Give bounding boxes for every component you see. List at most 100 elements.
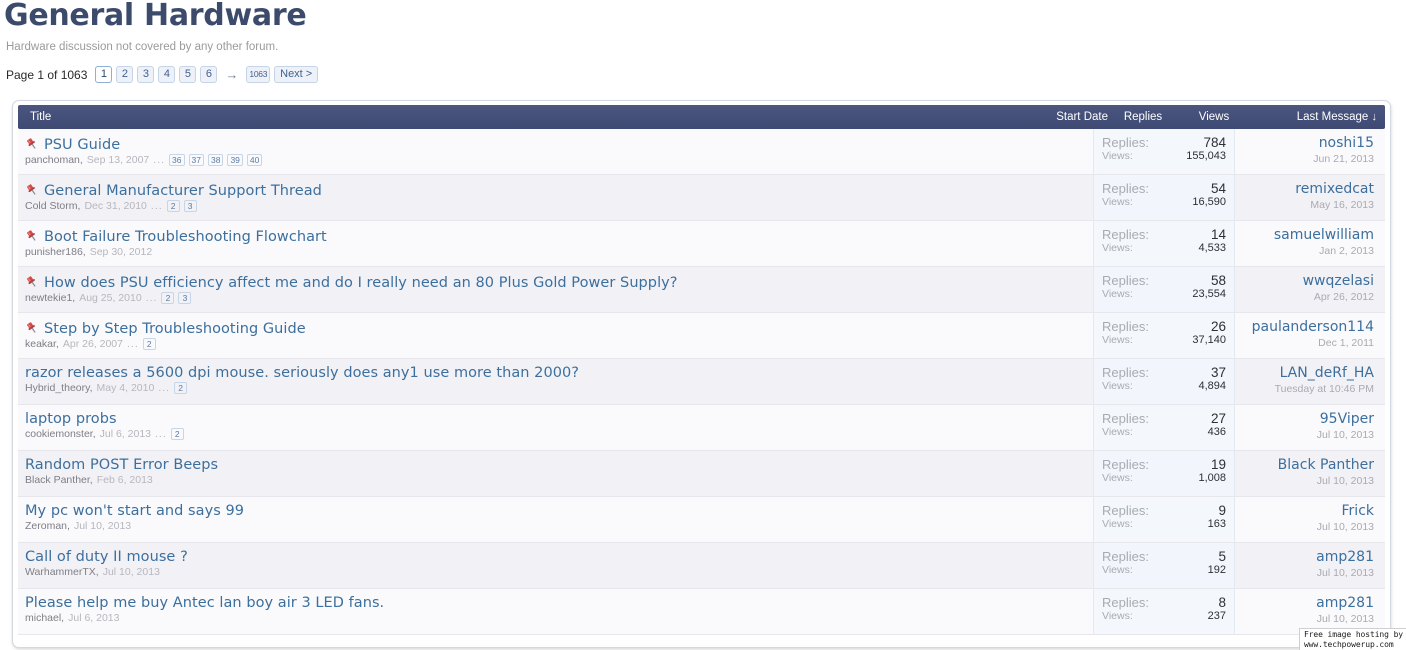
thread-title-link[interactable]: Boot Failure Troubleshooting Flowchart: [44, 229, 327, 245]
replies-label: Replies:: [1102, 549, 1149, 564]
last-message-user-link[interactable]: wwqzelasi: [1241, 273, 1374, 289]
thread-page-link[interactable]: 2: [167, 200, 180, 212]
watermark-line-2: www.techpowerup.com: [1304, 640, 1403, 650]
thread-title-link[interactable]: razor releases a 5600 dpi mouse. serious…: [25, 365, 579, 381]
column-header-replies[interactable]: Replies: [1108, 111, 1178, 123]
thread-page-link[interactable]: 36: [169, 154, 184, 166]
thread-stats-cell: Replies:37Views:4,894: [1093, 359, 1235, 404]
thread-page-link[interactable]: 2: [174, 382, 187, 394]
pagination: Page 1 of 1063 123456→1063Next >: [6, 66, 318, 83]
thread-author-link[interactable]: Cold Storm,: [25, 200, 80, 212]
thread-page-link[interactable]: 2: [143, 338, 156, 350]
thread-author-link[interactable]: michael,: [25, 612, 64, 624]
thread-author-link[interactable]: Black Panther,: [25, 474, 93, 486]
thread-title-link[interactable]: Call of duty II mouse ?: [25, 549, 188, 565]
thread-page-link[interactable]: 37: [189, 154, 204, 166]
thread-title-link[interactable]: My pc won't start and says 99: [25, 503, 244, 519]
thread-page-link[interactable]: 3: [178, 292, 191, 304]
replies-value: 37: [1211, 365, 1226, 380]
pagination-next-button[interactable]: Next >: [274, 66, 318, 83]
column-header-last-message[interactable]: Last Message ↓: [1250, 111, 1385, 123]
thread-author-link[interactable]: WarhammerTX,: [25, 566, 99, 578]
replies-value: 19: [1211, 457, 1226, 472]
last-message-user-link[interactable]: Black Panther: [1241, 457, 1374, 473]
thread-author-link[interactable]: cookiemonster,: [25, 428, 96, 440]
pagination-page-6[interactable]: 6: [200, 66, 217, 83]
views-value: 4,894: [1198, 380, 1226, 392]
column-header-title[interactable]: Title: [18, 111, 1016, 123]
table-row[interactable]: Call of duty II mouse ?WarhammerTX,Jul 1…: [18, 543, 1385, 589]
table-row[interactable]: razor releases a 5600 dpi mouse. serious…: [18, 359, 1385, 405]
thread-page-link[interactable]: 39: [227, 154, 242, 166]
pagination-page-1[interactable]: 1: [95, 66, 112, 83]
thread-page-link[interactable]: 3: [184, 200, 197, 212]
thread-page-link[interactable]: 2: [161, 292, 174, 304]
last-message-cell: LAN_deRf_HATuesday at 10:46 PM: [1235, 359, 1385, 404]
table-row[interactable]: Please help me buy Antec lan boy air 3 L…: [18, 589, 1385, 635]
thread-title-link[interactable]: How does PSU efficiency affect me and do…: [44, 275, 678, 291]
thread-title-link[interactable]: PSU Guide: [44, 137, 120, 153]
thread-title-cell: Call of duty II mouse ?WarhammerTX,Jul 1…: [18, 543, 1001, 588]
table-row[interactable]: Boot Failure Troubleshooting Flowchartpu…: [18, 221, 1385, 267]
last-message-date: Jul 10, 2013: [1241, 567, 1374, 579]
thread-page-link[interactable]: 38: [208, 154, 223, 166]
last-message-user-link[interactable]: paulanderson114: [1241, 319, 1374, 335]
thread-author-link[interactable]: keakar,: [25, 338, 59, 350]
pushpin-icon: [25, 275, 39, 289]
thread-title-line: Step by Step Troubleshooting Guide: [25, 319, 1001, 337]
thread-meta: keakar,Apr 26, 2007...2: [25, 338, 1001, 350]
page-title: General Hardware: [4, 0, 306, 33]
pagination-page-4[interactable]: 4: [158, 66, 175, 83]
views-line: Views:436: [1102, 426, 1226, 438]
last-message-cell: 95ViperJul 10, 2013: [1235, 405, 1385, 450]
table-row[interactable]: General Manufacturer Support ThreadCold …: [18, 175, 1385, 221]
column-header-views[interactable]: Views: [1178, 111, 1250, 123]
thread-author-link[interactable]: Hybrid_theory,: [25, 382, 93, 394]
thread-author-link[interactable]: panchoman,: [25, 154, 83, 166]
thread-title-link[interactable]: Step by Step Troubleshooting Guide: [44, 321, 306, 337]
thread-title-line: General Manufacturer Support Thread: [25, 181, 1001, 199]
thread-title-link[interactable]: Please help me buy Antec lan boy air 3 L…: [25, 595, 384, 611]
thread-stats-cell: Replies:9Views:163: [1093, 497, 1235, 542]
thread-author-link[interactable]: Zeroman,: [25, 520, 70, 532]
last-message-user-link[interactable]: LAN_deRf_HA: [1241, 365, 1374, 381]
thread-title-link[interactable]: Random POST Error Beeps: [25, 457, 218, 473]
last-message-user-link[interactable]: samuelwilliam: [1241, 227, 1374, 243]
watermark-line-1: Free image hosting by: [1304, 630, 1403, 640]
table-row[interactable]: laptop probscookiemonster,Jul 6, 2013...…: [18, 405, 1385, 451]
views-value: 155,043: [1186, 150, 1226, 162]
thread-stats-cell: Replies:27Views:436: [1093, 405, 1235, 450]
thread-title-link[interactable]: laptop probs: [25, 411, 117, 427]
replies-line: Replies:19: [1102, 457, 1226, 472]
pagination-last-page[interactable]: 1063: [246, 66, 270, 83]
last-message-cell: FrickJul 10, 2013: [1235, 497, 1385, 542]
thread-start-date: Apr 26, 2007: [63, 338, 123, 350]
pushpin-icon: [25, 183, 39, 197]
views-line: Views:23,554: [1102, 288, 1226, 300]
pagination-page-2[interactable]: 2: [116, 66, 133, 83]
table-row[interactable]: My pc won't start and says 99Zeroman,Jul…: [18, 497, 1385, 543]
thread-meta: WarhammerTX,Jul 10, 2013: [25, 566, 1001, 578]
last-message-user-link[interactable]: amp281: [1241, 549, 1374, 565]
replies-label: Replies:: [1102, 503, 1149, 518]
last-message-user-link[interactable]: 95Viper: [1241, 411, 1374, 427]
thread-author-link[interactable]: punisher186,: [25, 246, 86, 258]
last-message-cell: wwqzelasiApr 26, 2012: [1235, 267, 1385, 312]
last-message-user-link[interactable]: remixedcat: [1241, 181, 1374, 197]
last-message-user-link[interactable]: amp281: [1241, 595, 1374, 611]
table-row[interactable]: PSU Guidepanchoman,Sep 13, 2007...363738…: [18, 129, 1385, 175]
pagination-page-3[interactable]: 3: [137, 66, 154, 83]
last-message-cell: Black PantherJul 10, 2013: [1235, 451, 1385, 496]
thread-title-link[interactable]: General Manufacturer Support Thread: [44, 183, 322, 199]
table-row[interactable]: How does PSU efficiency affect me and do…: [18, 267, 1385, 313]
thread-start-date: Jul 6, 2013: [68, 612, 119, 624]
thread-page-link[interactable]: 2: [171, 428, 184, 440]
table-row[interactable]: Random POST Error BeepsBlack Panther,Feb…: [18, 451, 1385, 497]
thread-page-link[interactable]: 40: [247, 154, 262, 166]
column-header-start-date[interactable]: Start Date: [1016, 111, 1108, 123]
last-message-user-link[interactable]: Frick: [1241, 503, 1374, 519]
thread-author-link[interactable]: newtekie1,: [25, 292, 75, 304]
table-row[interactable]: Step by Step Troubleshooting Guidekeakar…: [18, 313, 1385, 359]
pagination-page-5[interactable]: 5: [179, 66, 196, 83]
last-message-user-link[interactable]: noshi15: [1241, 135, 1374, 151]
